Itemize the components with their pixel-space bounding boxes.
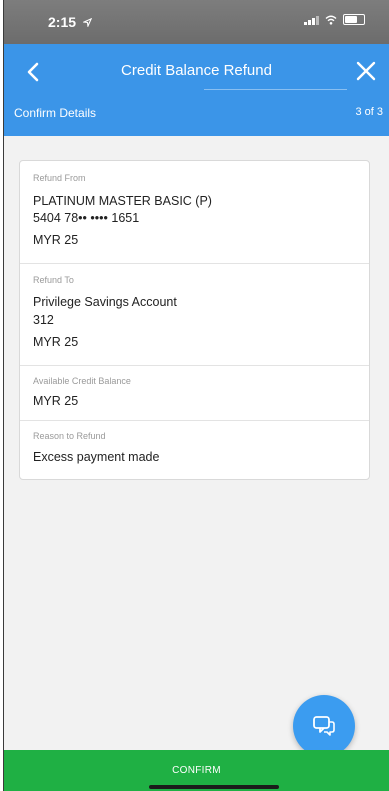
refund-to-account-number: 312 (33, 313, 54, 327)
close-button[interactable] (353, 58, 379, 84)
home-indicator[interactable] (149, 785, 279, 789)
chat-button[interactable] (293, 695, 355, 757)
signal-icon (304, 15, 319, 25)
reason-section: Reason to Refund Excess payment made (20, 420, 369, 480)
status-icons (304, 14, 365, 25)
status-bar: 2:15 (4, 0, 389, 44)
chat-icon (313, 716, 335, 736)
available-balance-amount: MYR 25 (33, 394, 79, 408)
refund-to-section: Refund To Privilege Savings Account 312 … (20, 263, 369, 366)
page-title: Credit Balance Refund (121, 62, 272, 79)
close-icon (356, 61, 376, 81)
step-label: Confirm Details (14, 106, 97, 120)
header: Credit Balance Refund Confirm Details 3 … (4, 44, 389, 136)
wifi-icon (325, 15, 337, 25)
refund-from-card-name: PLATINUM MASTER BASIC (P) (33, 194, 212, 208)
refund-from-label: Refund From (33, 173, 86, 183)
app-screen: 2:15 Credit Balance Refund Confirm Detai… (3, 0, 389, 791)
confirm-label: CONFIRM (172, 765, 221, 776)
battery-icon (343, 14, 365, 25)
refund-from-card-number: 5404 78•• •••• 1651 (33, 211, 140, 225)
available-balance-section: Available Credit Balance MYR 25 (20, 365, 369, 421)
header-divider (204, 89, 347, 90)
refund-to-amount: MYR 25 (33, 335, 79, 349)
refund-to-label: Refund To (33, 275, 74, 285)
refund-to-account-name: Privilege Savings Account (33, 295, 177, 309)
available-balance-label: Available Credit Balance (33, 376, 131, 386)
reason-value: Excess payment made (33, 450, 160, 464)
refund-from-amount: MYR 25 (33, 233, 79, 247)
step-count: 3 of 3 (355, 106, 383, 118)
confirm-details-card: Refund From PLATINUM MASTER BASIC (P) 54… (19, 160, 370, 480)
reason-label: Reason to Refund (33, 431, 106, 441)
confirm-button[interactable]: CONFIRM (4, 750, 389, 791)
location-arrow-icon (81, 17, 93, 29)
refund-from-section: Refund From PLATINUM MASTER BASIC (P) 54… (20, 161, 369, 264)
status-time: 2:15 (48, 14, 93, 30)
